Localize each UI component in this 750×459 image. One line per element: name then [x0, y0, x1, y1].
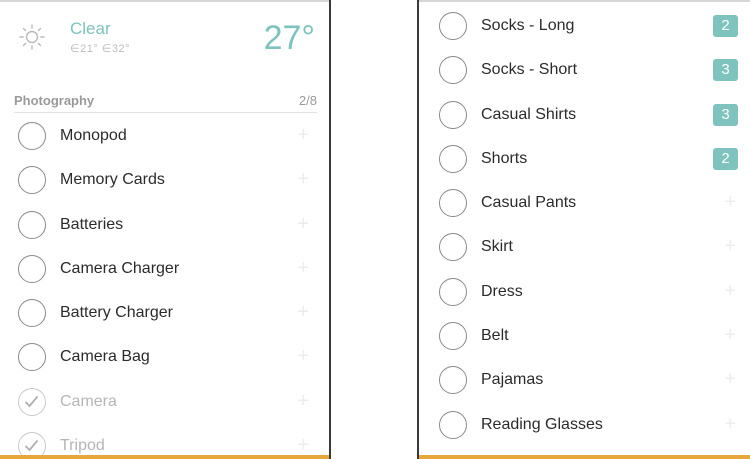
item-label: Skirt	[481, 238, 513, 256]
quantity-badge[interactable]: 3	[713, 103, 738, 126]
checkbox[interactable]	[18, 254, 46, 283]
packing-list-clothing: Socks - Long 2 Socks - Short 3 Casual Shirts…	[419, 5, 750, 448]
list-item[interactable]: Battery Charger +	[0, 292, 329, 336]
item-label: Reading Glasses	[481, 415, 603, 433]
quantity-badge[interactable]: 3	[713, 59, 738, 82]
quantity-badge[interactable]: 2	[713, 147, 738, 170]
check-icon	[24, 439, 39, 452]
top-divider	[419, 0, 750, 2]
add-icon[interactable]: +	[724, 325, 736, 345]
weather-condition: Clear	[70, 19, 111, 38]
checkbox[interactable]	[439, 12, 467, 40]
list-item[interactable]: Socks - Long 2	[419, 5, 750, 49]
item-label: Camera Charger	[60, 259, 180, 277]
checkbox[interactable]	[18, 166, 46, 195]
item-label: Belt	[481, 327, 509, 345]
list-item[interactable]: Camera Charger +	[0, 248, 329, 292]
checkbox[interactable]	[18, 122, 46, 150]
add-icon[interactable]: +	[724, 281, 736, 301]
list-item[interactable]: Memory Cards +	[0, 159, 329, 203]
add-icon[interactable]: +	[724, 192, 736, 212]
checkbox[interactable]	[439, 322, 467, 351]
add-icon[interactable]: +	[297, 258, 309, 278]
item-label: Casual Pants	[481, 194, 577, 212]
list-item[interactable]: Pajamas +	[419, 359, 750, 403]
add-icon[interactable]: +	[297, 125, 309, 145]
list-item[interactable]: Camera Bag +	[0, 336, 329, 380]
item-label: Socks - Long	[481, 17, 575, 34]
right-screen: Socks - Long 2 Socks - Short 3 Casual Shirts…	[417, 0, 750, 459]
item-label: Dress	[481, 282, 523, 300]
add-icon[interactable]: +	[724, 369, 736, 389]
item-label: Socks - Short	[481, 61, 578, 79]
list-item[interactable]: Monopod +	[0, 115, 329, 159]
weather-range: ∈21° ∈32°	[70, 43, 130, 55]
item-label: Memory Cards	[60, 171, 165, 189]
quantity-badge[interactable]: 2	[713, 15, 738, 37]
left-screen: Clear ∈21° ∈32° 27° Photography 2/8 Mono…	[0, 0, 331, 459]
checkbox[interactable]	[439, 410, 467, 439]
add-icon[interactable]: +	[297, 302, 309, 322]
list-item[interactable]: Reading Glasses +	[419, 404, 750, 448]
bottom-bar	[419, 455, 750, 459]
item-label: Monopod	[60, 127, 127, 144]
check-icon	[24, 395, 39, 408]
checkbox[interactable]	[439, 277, 467, 306]
item-label: Camera	[60, 392, 117, 410]
checked-checkbox[interactable]	[18, 387, 46, 416]
checkbox[interactable]	[18, 299, 46, 328]
section-header[interactable]: Photography 2/8	[14, 91, 317, 113]
add-icon[interactable]: +	[297, 169, 309, 189]
screen-gap	[331, 0, 417, 459]
section-title: Photography	[14, 93, 95, 108]
add-icon[interactable]: +	[297, 435, 309, 455]
list-item[interactable]: Skirt +	[419, 226, 750, 270]
item-label: Casual Shirts	[481, 105, 577, 123]
list-item[interactable]: Camera +	[0, 381, 329, 425]
checkbox[interactable]	[18, 343, 46, 372]
item-label: Pajamas	[481, 371, 544, 389]
sun-icon	[19, 24, 45, 50]
checkbox[interactable]	[18, 210, 46, 239]
section-count: 2/8	[298, 93, 317, 108]
item-label: Batteries	[60, 215, 124, 233]
add-icon[interactable]: +	[297, 346, 309, 366]
top-divider	[0, 0, 329, 2]
list-item[interactable]: Shorts 2	[419, 138, 750, 182]
item-label: Tripod	[60, 437, 105, 455]
item-label: Shorts	[481, 149, 528, 167]
list-item[interactable]: Casual Pants +	[419, 182, 750, 226]
checkbox[interactable]	[439, 100, 467, 129]
checkbox[interactable]	[439, 144, 467, 173]
list-item[interactable]: Batteries +	[0, 204, 329, 248]
add-icon[interactable]: +	[724, 414, 736, 434]
list-item[interactable]: Tripod +	[0, 425, 329, 459]
add-icon[interactable]: +	[724, 236, 736, 256]
checkbox[interactable]	[439, 366, 467, 395]
weather-card: Clear ∈21° ∈32° 27°	[0, 8, 329, 68]
list-item[interactable]: Socks - Short 3	[419, 49, 750, 93]
weather-temperature: 27°	[263, 19, 315, 57]
packing-list-photography: Monopod + Memory Cards + Batteries + Camera Ch…	[0, 115, 329, 459]
add-icon[interactable]: +	[297, 391, 309, 411]
item-label: Battery Charger	[60, 304, 173, 322]
item-label: Camera Bag	[60, 348, 150, 366]
checkbox[interactable]	[439, 233, 467, 262]
checkbox[interactable]	[439, 56, 467, 85]
add-icon[interactable]: +	[297, 214, 309, 234]
checkbox[interactable]	[439, 189, 467, 218]
list-item[interactable]: Belt +	[419, 315, 750, 359]
list-item[interactable]: Dress +	[419, 271, 750, 315]
bottom-bar	[0, 455, 329, 459]
list-item[interactable]: Casual Shirts 3	[419, 94, 750, 138]
